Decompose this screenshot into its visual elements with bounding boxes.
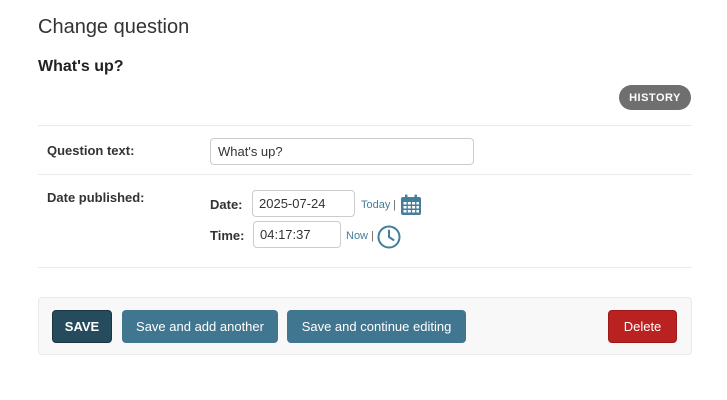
question-text-label: Question text: — [47, 143, 135, 158]
save-and-continue-button[interactable]: Save and continue editing — [287, 310, 466, 343]
object-name: What's up? — [38, 58, 124, 75]
calendar-icon[interactable] — [400, 194, 422, 221]
date-shortcut-separator: | — [393, 199, 396, 211]
time-input[interactable] — [253, 221, 341, 248]
time-label: Time: — [210, 228, 245, 243]
history-button[interactable]: HISTORY — [619, 85, 691, 110]
clock-icon[interactable] — [377, 225, 401, 254]
question-text-input[interactable] — [210, 138, 474, 165]
date-input[interactable] — [252, 190, 355, 217]
save-and-add-another-button[interactable]: Save and add another — [122, 310, 278, 343]
today-link[interactable]: Today — [361, 199, 390, 211]
now-link[interactable]: Now — [346, 230, 368, 242]
date-published-label: Date published: — [47, 190, 145, 205]
date-published-row: Date published: Date: Today | Time: Now … — [38, 175, 692, 268]
time-shortcut-separator: | — [371, 230, 374, 242]
page-title: Change question — [38, 16, 190, 38]
question-text-row: Question text: — [38, 125, 692, 175]
date-label: Date: — [210, 197, 243, 212]
submit-row: SAVE Save and add another Save and conti… — [38, 297, 692, 355]
delete-button[interactable]: Delete — [608, 310, 677, 343]
save-button[interactable]: SAVE — [52, 310, 112, 343]
